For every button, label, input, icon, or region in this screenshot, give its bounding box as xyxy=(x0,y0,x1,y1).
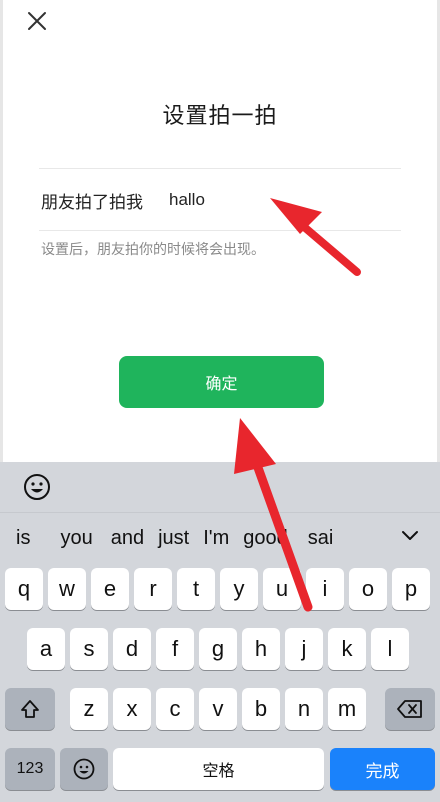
suggestion-item[interactable]: I'm xyxy=(197,527,237,550)
key-c[interactable]: c xyxy=(156,688,194,730)
key-t[interactable]: t xyxy=(177,568,215,610)
keyboard: is you and just I'm good sai q w e r t y… xyxy=(0,462,440,802)
key-p[interactable]: p xyxy=(392,568,430,610)
key-y[interactable]: y xyxy=(220,568,258,610)
page-title: 设置拍一拍 xyxy=(162,104,278,129)
key-e[interactable]: e xyxy=(91,568,129,610)
key-m[interactable]: m xyxy=(328,688,366,730)
backspace-key[interactable] xyxy=(385,688,435,730)
suggestion-item[interactable]: is xyxy=(0,527,38,550)
suggestion-bar: is you and just I'm good sai xyxy=(0,512,440,564)
close-icon xyxy=(28,12,46,30)
key-x[interactable]: x xyxy=(113,688,151,730)
key-i[interactable]: i xyxy=(306,568,344,610)
key-f[interactable]: f xyxy=(156,628,194,670)
key-j[interactable]: j xyxy=(285,628,323,670)
suggestion-item[interactable]: good xyxy=(237,527,296,550)
key-a[interactable]: a xyxy=(27,628,65,670)
suggestion-item[interactable]: sai xyxy=(296,527,342,550)
chevron-down-icon[interactable] xyxy=(400,525,420,545)
confirm-button[interactable]: 确定 xyxy=(119,356,324,408)
key-u[interactable]: u xyxy=(263,568,301,610)
emoji-key[interactable] xyxy=(60,748,108,790)
shift-icon xyxy=(21,700,39,718)
close-button[interactable] xyxy=(25,9,49,33)
pat-text-field[interactable]: 朋友拍了拍我 hallo xyxy=(41,186,401,214)
key-d[interactable]: d xyxy=(113,628,151,670)
key-v[interactable]: v xyxy=(199,688,237,730)
field-label: 朋友拍了拍我 xyxy=(41,192,143,213)
hint-text: 设置后，朋友拍你的时候将会出现。 xyxy=(41,242,265,258)
done-key[interactable]: 完成 xyxy=(330,748,435,790)
key-g[interactable]: g xyxy=(199,628,237,670)
key-k[interactable]: k xyxy=(328,628,366,670)
divider-bottom xyxy=(39,230,401,231)
space-key[interactable]: 空格 xyxy=(113,748,324,790)
key-q[interactable]: q xyxy=(5,568,43,610)
key-z[interactable]: z xyxy=(70,688,108,730)
suggestion-item[interactable]: and xyxy=(101,527,152,550)
key-h[interactable]: h xyxy=(242,628,280,670)
key-l[interactable]: l xyxy=(371,628,409,670)
backspace-icon xyxy=(397,700,422,718)
key-n[interactable]: n xyxy=(285,688,323,730)
suggestion-item[interactable]: just xyxy=(152,527,197,550)
suggestion-item[interactable]: you xyxy=(38,527,100,550)
key-w[interactable]: w xyxy=(48,568,86,610)
field-value[interactable]: hallo xyxy=(169,190,205,210)
emoji-icon[interactable] xyxy=(22,472,52,502)
emoji-bar xyxy=(0,462,440,512)
key-o[interactable]: o xyxy=(349,568,387,610)
emoji-key-icon xyxy=(73,758,95,780)
key-b[interactable]: b xyxy=(242,688,280,730)
key-r[interactable]: r xyxy=(134,568,172,610)
key-s[interactable]: s xyxy=(70,628,108,670)
numbers-key[interactable]: 123 xyxy=(5,748,55,790)
divider-top xyxy=(39,168,401,169)
shift-key[interactable] xyxy=(5,688,55,730)
